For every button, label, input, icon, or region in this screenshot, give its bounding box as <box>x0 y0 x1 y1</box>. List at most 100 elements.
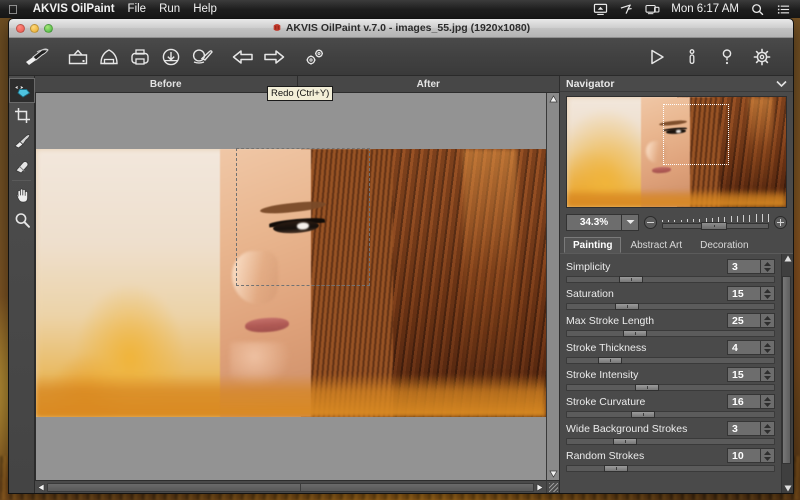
history-brush-icon[interactable] <box>186 42 217 72</box>
spotlight-search-icon[interactable] <box>750 3 765 16</box>
parameter-slider-thumb[interactable] <box>604 465 629 472</box>
parameter-slider-track[interactable] <box>566 357 775 364</box>
akvis-brush-logo-icon[interactable] <box>21 42 52 72</box>
selection-marquee[interactable] <box>236 148 370 286</box>
presets-icon[interactable] <box>299 42 330 72</box>
info-icon[interactable] <box>676 42 707 72</box>
resize-grip[interactable] <box>546 480 559 493</box>
parameter-stepper[interactable] <box>761 448 775 463</box>
menu-clock[interactable]: Mon 6:17 AM <box>671 3 739 15</box>
window-title-bar[interactable]: AKVIS OilPaint v.7.0 - images_55.jpg (19… <box>9 19 793 38</box>
parameter-value-field[interactable]: 3 <box>727 421 761 436</box>
redo-icon[interactable] <box>258 42 289 72</box>
canvas-horizontal-scrollbar[interactable] <box>35 480 546 493</box>
scroll-up-arrow[interactable] <box>547 93 559 105</box>
settings-scrollbar[interactable] <box>781 254 793 493</box>
save-image-icon[interactable] <box>93 42 124 72</box>
menu-item-help[interactable]: Help <box>193 3 217 15</box>
help-icon[interactable] <box>711 42 742 72</box>
menu-app-name[interactable]: AKVIS OilPaint <box>33 3 115 15</box>
chevron-down-icon[interactable] <box>776 78 787 90</box>
parameter-stepper[interactable] <box>761 367 775 382</box>
horizontal-scroll-thumb[interactable] <box>47 483 534 492</box>
tab-after[interactable]: After <box>296 76 560 92</box>
parameter-stepper[interactable] <box>761 421 775 436</box>
parameter-slider-track[interactable] <box>566 303 775 310</box>
settings-scroll-down-arrow[interactable] <box>784 485 792 492</box>
tool-eraser[interactable] <box>9 153 35 178</box>
tool-hand[interactable] <box>9 183 35 208</box>
scroll-left-arrow[interactable] <box>35 481 47 493</box>
zoom-value-field[interactable]: 34.3% <box>566 213 622 231</box>
parameter-value-field[interactable]: 15 <box>727 367 761 382</box>
parameter-slider-track[interactable] <box>566 411 775 418</box>
parameter-value-field[interactable]: 3 <box>727 259 761 274</box>
parameter-slider-thumb[interactable] <box>622 330 647 337</box>
navigator-viewport-rect[interactable] <box>663 103 730 166</box>
preferences-gear-icon[interactable] <box>746 42 777 72</box>
parameter-stepper[interactable] <box>761 259 775 274</box>
canvas-vertical-scrollbar[interactable] <box>546 93 559 480</box>
eraser-icon <box>15 160 29 174</box>
hand-icon <box>15 188 28 203</box>
image-canvas[interactable] <box>35 93 546 480</box>
zoom-out-button[interactable] <box>644 215 657 229</box>
parameter-slider-thumb[interactable] <box>635 384 660 391</box>
tab-before[interactable]: Before <box>35 76 297 92</box>
zoom-in-button[interactable] <box>774 215 787 229</box>
parameter-slider-thumb[interactable] <box>631 411 656 418</box>
settings-scroll-thumb[interactable] <box>782 276 791 464</box>
batch-process-icon[interactable] <box>155 42 186 72</box>
open-image-icon[interactable] <box>62 42 93 72</box>
run-icon[interactable] <box>641 42 672 72</box>
parameter-slider-track[interactable] <box>566 330 775 337</box>
parameter-slider-thumb[interactable] <box>614 303 639 310</box>
scroll-right-arrow[interactable] <box>534 481 546 493</box>
tool-crop[interactable] <box>9 103 35 128</box>
parameter-slider-thumb[interactable] <box>598 357 623 364</box>
parameter-value-field[interactable]: 10 <box>727 448 761 463</box>
parameter-stepper[interactable] <box>761 394 775 409</box>
notification-center-icon[interactable] <box>776 3 791 16</box>
parameter-slider-track[interactable] <box>566 384 775 391</box>
parameter-slider-thumb[interactable] <box>618 276 643 283</box>
menu-item-run[interactable]: Run <box>159 3 180 15</box>
undo-icon[interactable] <box>227 42 258 72</box>
parameter-value-field[interactable]: 15 <box>727 286 761 301</box>
tool-smudge-brush[interactable] <box>9 128 35 153</box>
close-button[interactable] <box>16 23 25 33</box>
settings-scroll-up-arrow[interactable] <box>784 255 792 262</box>
screen-mirroring-icon[interactable] <box>645 3 660 16</box>
parameter-stepper[interactable] <box>761 286 775 301</box>
canvas-viewport <box>35 93 559 480</box>
parameter-stepper[interactable] <box>761 313 775 328</box>
tool-preview-eye[interactable] <box>9 78 35 103</box>
settings-tab-painting[interactable]: Painting <box>564 237 622 253</box>
parameter-slider-track[interactable] <box>566 438 775 445</box>
apple-logo-icon[interactable]:  <box>6 3 20 16</box>
parameter-slider-thumb[interactable] <box>612 438 637 445</box>
zoom-slider[interactable] <box>662 213 769 231</box>
window-body: Before After Redo (Ctrl+Y) Navigator 34.… <box>9 76 793 493</box>
zoom-slider-thumb[interactable] <box>700 221 727 230</box>
parameter-value-field[interactable]: 16 <box>727 394 761 409</box>
parameter-stepper[interactable] <box>761 340 775 355</box>
parameter-slider-track[interactable] <box>566 465 775 472</box>
parameter-value-field[interactable]: 25 <box>727 313 761 328</box>
parameter-value-field[interactable]: 4 <box>727 340 761 355</box>
zoom-button[interactable] <box>44 23 53 33</box>
parameter-slider-track[interactable] <box>566 276 775 283</box>
navigator-header[interactable]: Navigator <box>560 76 793 92</box>
menu-item-file[interactable]: File <box>128 3 147 15</box>
navigator-thumbnail[interactable] <box>566 96 787 208</box>
scroll-down-arrow[interactable] <box>547 468 559 480</box>
airplay-icon[interactable] <box>593 3 608 16</box>
settings-tab-abstract-art[interactable]: Abstract Art <box>621 237 691 253</box>
minimize-button[interactable] <box>30 23 39 33</box>
zoom-dropdown-button[interactable] <box>622 213 639 231</box>
bluetooth-share-icon[interactable] <box>619 3 634 16</box>
preview-eye-icon <box>13 84 30 98</box>
print-image-icon[interactable] <box>124 42 155 72</box>
tool-zoom[interactable] <box>9 208 35 233</box>
settings-tab-decoration[interactable]: Decoration <box>691 237 757 253</box>
